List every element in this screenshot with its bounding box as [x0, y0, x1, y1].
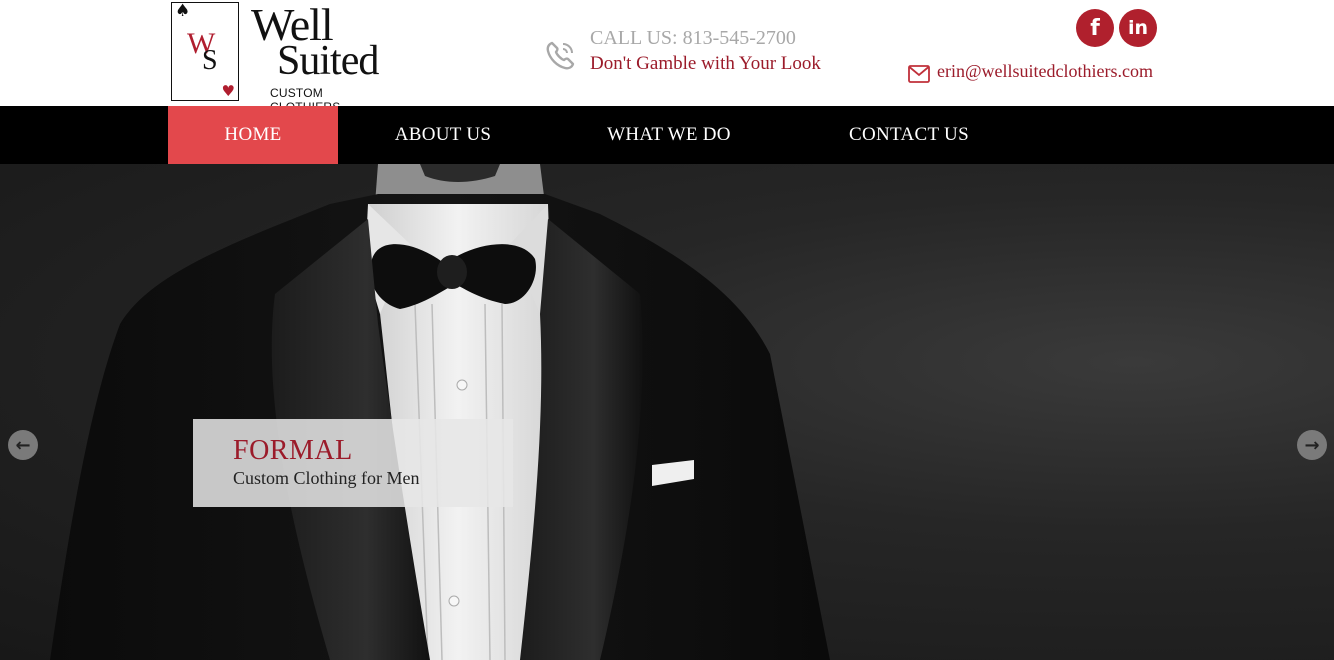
- call-us-phone[interactable]: CALL US: 813-545-2700: [590, 27, 796, 50]
- slider-prev-arrow-icon[interactable]: ←: [8, 430, 38, 460]
- mail-icon: [908, 65, 930, 83]
- facebook-icon[interactable]: f: [1076, 9, 1114, 47]
- heart-icon: ♥: [221, 82, 235, 100]
- logo-playing-card: ♠ W S ♥: [171, 2, 239, 101]
- slide-caption-title: FORMAL: [233, 435, 353, 466]
- site-header: ♠ W S ♥ Well Suited CUSTOM CLOTHIERS CAL…: [0, 0, 1334, 114]
- nav-item-about-us[interactable]: ABOUT US: [370, 106, 516, 164]
- nav-item-contact-us[interactable]: CONTACT US: [826, 106, 992, 164]
- nav-item-home[interactable]: HOME: [168, 106, 338, 164]
- spade-icon: ♠: [175, 1, 191, 21]
- logo-word-suited: Suited: [277, 38, 379, 84]
- linkedin-icon[interactable]: in: [1119, 9, 1157, 47]
- logo-monogram-s: S: [202, 45, 218, 76]
- site-logo[interactable]: ♠ W S ♥ Well Suited CUSTOM CLOTHIERS: [171, 2, 391, 114]
- tagline: Don't Gamble with Your Look: [590, 53, 821, 74]
- slide-caption: FORMAL Custom Clothing for Men: [193, 419, 513, 507]
- nav-item-what-we-do[interactable]: WHAT WE DO: [584, 106, 754, 164]
- main-nav: HOME ABOUT US WHAT WE DO CONTACT US: [0, 106, 1334, 164]
- slider-next-arrow-icon[interactable]: →: [1297, 430, 1327, 460]
- email-link[interactable]: erin@wellsuitedclothiers.com: [937, 61, 1153, 82]
- hero-slider: FORMAL Custom Clothing for Men ← →: [0, 164, 1334, 660]
- phone-icon: [546, 41, 575, 70]
- hero-image: [50, 164, 830, 660]
- slide-caption-subtitle: Custom Clothing for Men: [233, 468, 420, 488]
